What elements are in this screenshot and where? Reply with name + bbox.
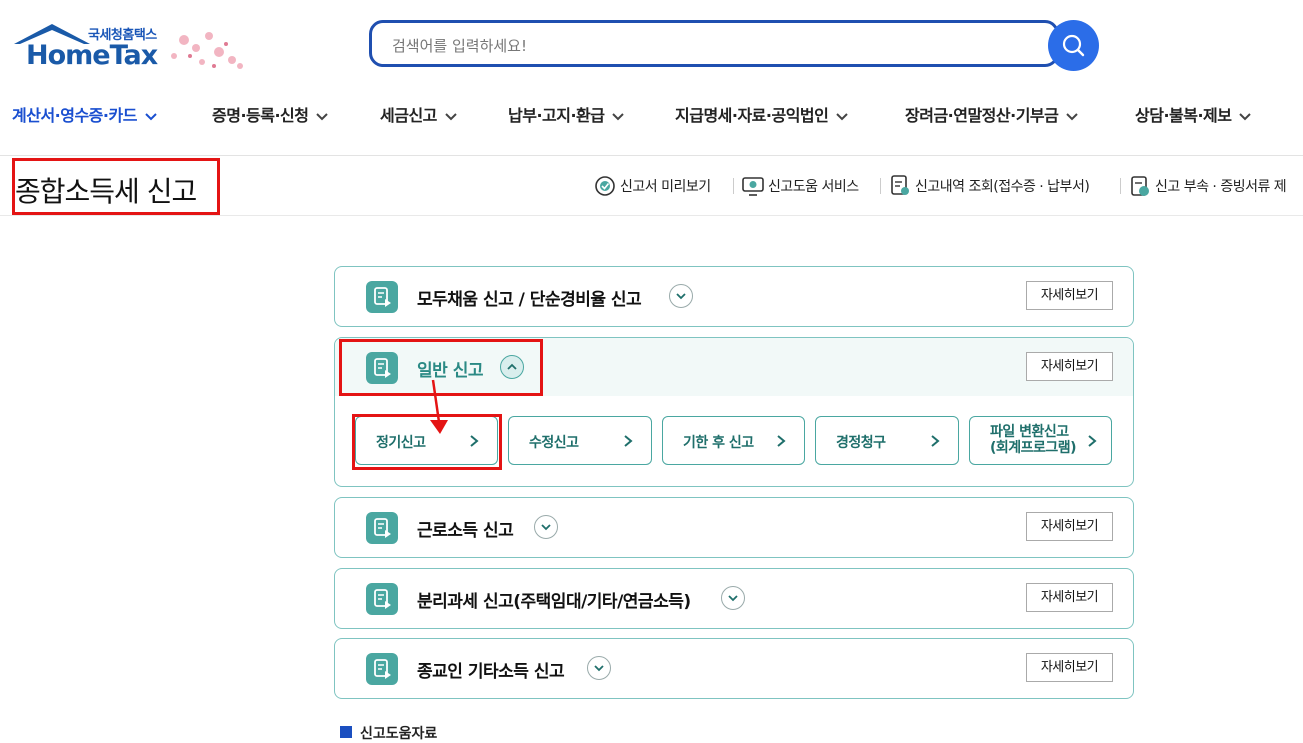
section-religious-income: 종교인 기타소득 신고 자세히보기 bbox=[334, 638, 1134, 699]
section-title: 종교인 기타소득 신고 bbox=[417, 662, 565, 682]
document-search-icon bbox=[891, 175, 909, 195]
detail-button[interactable]: 자세히보기 bbox=[1026, 281, 1113, 310]
nav-label: 지급명세·자료·공익법인 bbox=[675, 106, 829, 125]
sub-button-label: 기한 후 신고 bbox=[683, 435, 754, 451]
chevron-down-icon bbox=[728, 595, 738, 602]
document-edit-icon bbox=[366, 583, 398, 615]
util-link-attachments[interactable]: 신고 부속 · 증빙서류 제 bbox=[1155, 176, 1287, 196]
search-box bbox=[369, 20, 1059, 67]
chevron-down-icon bbox=[1239, 112, 1252, 120]
nav-label: 납부·고지·환급 bbox=[508, 106, 605, 125]
detail-button[interactable]: 자세히보기 bbox=[1026, 653, 1113, 682]
expand-toggle[interactable] bbox=[587, 656, 611, 680]
search-button[interactable] bbox=[1048, 20, 1099, 71]
chevron-down-icon bbox=[676, 293, 686, 300]
section-header[interactable]: 모두채움 신고 / 단순경비율 신고 자세히보기 bbox=[335, 267, 1133, 325]
chevron-down-icon bbox=[445, 112, 457, 120]
attachment-document-icon bbox=[1131, 176, 1149, 196]
legend-label: 신고도움자료 bbox=[360, 726, 438, 742]
sub-button-file-conversion[interactable]: 파일 변환신고 (회계프로그램) bbox=[969, 416, 1112, 465]
page-title: 종합소득세 신고 bbox=[15, 175, 197, 208]
separator bbox=[880, 178, 881, 194]
expand-toggle[interactable] bbox=[534, 515, 558, 539]
nav-label: 상담·불복·제보 bbox=[1135, 106, 1232, 125]
nav-label: 계산서·영수증·카드 bbox=[12, 106, 137, 125]
separator bbox=[1120, 178, 1121, 194]
sub-button-late-filing[interactable]: 기한 후 신고 bbox=[662, 416, 805, 465]
expand-toggle[interactable] bbox=[669, 284, 693, 308]
section-simplified-filing: 모두채움 신고 / 단순경비율 신고 자세히보기 bbox=[334, 266, 1134, 327]
legend-marker bbox=[340, 726, 352, 738]
util-link-history[interactable]: 신고내역 조회(접수증 · 납부서) bbox=[915, 176, 1090, 196]
separator bbox=[733, 178, 734, 194]
chevron-down-icon bbox=[612, 112, 625, 120]
section-header[interactable]: 분리과세 신고(주택임대/기타/연금소득) 자세히보기 bbox=[335, 569, 1133, 627]
detail-button[interactable]: 자세히보기 bbox=[1026, 583, 1113, 612]
section-separate-taxation: 분리과세 신고(주택임대/기타/연금소득) 자세히보기 bbox=[334, 568, 1134, 629]
nav-label: 증명·등록·신청 bbox=[212, 106, 309, 125]
nav-item-receipts[interactable]: 계산서·영수증·카드 bbox=[12, 102, 157, 126]
label-line-1: 파일 변환신고 bbox=[990, 424, 1069, 440]
nav-item-certificates[interactable]: 증명·등록·신청 bbox=[212, 102, 329, 126]
label-line-2: (회계프로그램) bbox=[990, 440, 1077, 456]
detail-button[interactable]: 자세히보기 bbox=[1026, 352, 1113, 381]
monitor-help-icon bbox=[742, 177, 764, 196]
sub-button-amended-filing[interactable]: 수정신고 bbox=[508, 416, 652, 465]
chevron-down-icon bbox=[145, 112, 157, 120]
chevron-down-icon bbox=[1066, 112, 1079, 120]
sub-button-label: 수정신고 bbox=[529, 435, 579, 451]
nav-item-statements[interactable]: 지급명세·자료·공익법인 bbox=[675, 102, 849, 126]
page-title-highlight: 종합소득세 신고 bbox=[12, 158, 220, 215]
expand-toggle[interactable] bbox=[721, 586, 745, 610]
nav-label: 장려금·연말정산·기부금 bbox=[905, 106, 1059, 125]
nav-item-incentives[interactable]: 장려금·연말정산·기부금 bbox=[905, 102, 1079, 126]
detail-button[interactable]: 자세히보기 bbox=[1026, 512, 1113, 541]
util-link-help-service[interactable]: 신고도움 서비스 bbox=[768, 176, 859, 196]
document-edit-icon bbox=[366, 281, 398, 313]
section-title: 분리과세 신고(주택임대/기타/연금소득) bbox=[417, 592, 691, 612]
chevron-down-icon bbox=[541, 524, 551, 531]
nav-item-payment[interactable]: 납부·고지·환급 bbox=[508, 102, 625, 126]
chevron-down-icon bbox=[836, 112, 849, 120]
sub-button-label: 파일 변환신고 (회계프로그램) bbox=[990, 424, 1077, 456]
sub-button-label: 경정청구 bbox=[836, 435, 886, 451]
divider bbox=[0, 155, 1303, 156]
search-input[interactable] bbox=[390, 33, 994, 59]
search-icon bbox=[1062, 34, 1085, 57]
nav-item-consultation[interactable]: 상담·불복·제보 bbox=[1135, 102, 1252, 126]
section-title: 근로소득 신고 bbox=[417, 521, 514, 541]
chevron-down-icon bbox=[594, 665, 604, 672]
annotation-arrow-icon bbox=[430, 379, 448, 434]
nav-item-tax-filing[interactable]: 세금신고 bbox=[380, 102, 457, 126]
util-link-preview[interactable]: 신고서 미리보기 bbox=[620, 176, 711, 196]
divider bbox=[0, 215, 1303, 216]
section-earned-income: 근로소득 신고 자세히보기 bbox=[334, 497, 1134, 558]
section-header[interactable]: 근로소득 신고 자세히보기 bbox=[335, 498, 1133, 556]
chevron-right-icon bbox=[624, 435, 633, 447]
main-nav: 계산서·영수증·카드 증명·등록·신청 세금신고 납부·고지·환급 지급명세·자… bbox=[0, 102, 1303, 128]
chevron-down-icon bbox=[316, 112, 329, 120]
section-title: 모두채움 신고 / 단순경비율 신고 bbox=[417, 290, 642, 310]
section-header[interactable]: 종교인 기타소득 신고 자세히보기 bbox=[335, 639, 1133, 697]
chevron-right-icon bbox=[1088, 435, 1097, 447]
document-edit-icon bbox=[366, 512, 398, 544]
nav-label: 세금신고 bbox=[380, 106, 437, 125]
sub-button-correction-claim[interactable]: 경정청구 bbox=[815, 416, 959, 465]
document-edit-icon bbox=[366, 653, 398, 685]
preview-check-icon bbox=[595, 176, 615, 196]
logo-brand-text: HomeTax bbox=[26, 40, 158, 71]
chevron-right-icon bbox=[777, 435, 786, 447]
chevron-right-icon bbox=[931, 435, 940, 447]
